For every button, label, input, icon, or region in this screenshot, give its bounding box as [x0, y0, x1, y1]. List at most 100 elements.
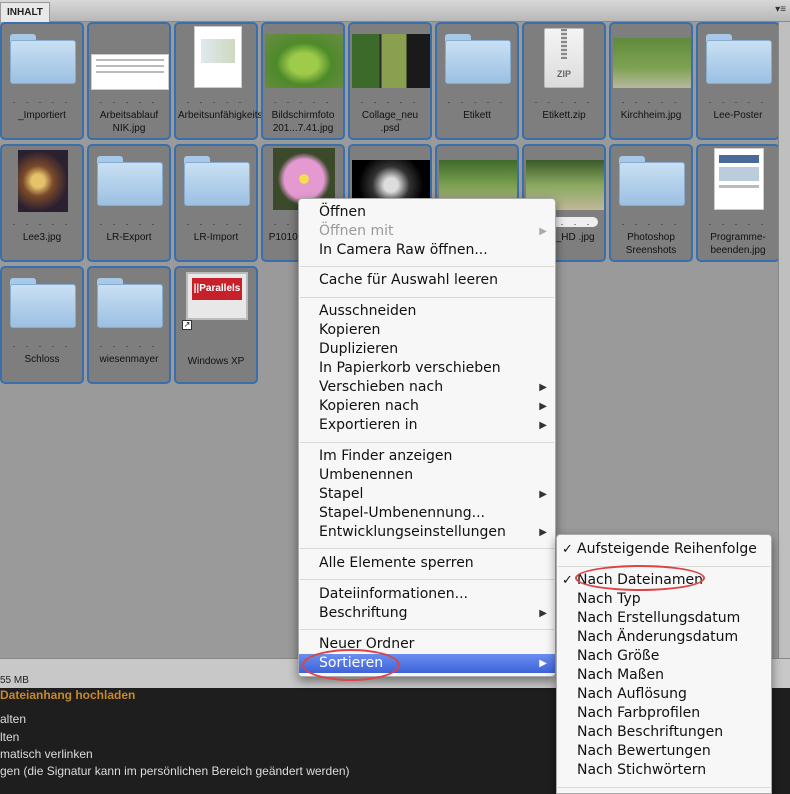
context-menu: Öffnen Öffnen mit ▶ In Camera Raw öffnen.… — [298, 198, 556, 677]
thumbnail-item[interactable]: . . . . . _Importiert — [0, 22, 84, 140]
thumbnail-item[interactable]: . . . . . Programme-beenden.jpg — [696, 144, 780, 262]
sort-item-farbprofilen[interactable]: Nach Farbprofilen — [557, 704, 771, 723]
tab-inhalt[interactable]: INHALT — [0, 2, 50, 22]
menu-item-stapel[interactable]: Stapel ▶ — [299, 485, 555, 504]
menu-item-stapel-umbenennung[interactable]: Stapel-Umbenennung... — [299, 504, 555, 523]
thumbnail-label: Lee-Poster — [713, 110, 763, 121]
submenu-arrow-icon: ▶ — [539, 226, 547, 237]
document-thumbnail — [194, 26, 242, 88]
folder-icon — [10, 278, 76, 328]
menu-item-sperren[interactable]: Alle Elemente sperren — [299, 554, 555, 573]
thumbnail-item[interactable]: . . . . . Arbeitsunfähigkeits.pdf — [174, 22, 280, 140]
folder-icon — [706, 34, 772, 84]
thumbnail-label: Arbeitsunfähigkeits.pdf — [178, 110, 280, 121]
thumbnail-item[interactable]: . . . . . LR-Export — [87, 144, 171, 262]
sort-item-groesse[interactable]: Nach Größe — [557, 647, 771, 666]
thumbnail-label: Etikett.zip — [542, 110, 586, 121]
thumbnail-label: LR-Export — [106, 232, 152, 243]
menu-separator — [300, 548, 554, 549]
thumbnail-item[interactable]: . . . . . LR-Import — [174, 144, 258, 262]
thumbnail-label: Programme-beenden.jpg — [710, 232, 766, 256]
sort-item-bewertungen[interactable]: Nach Bewertungen — [557, 742, 771, 761]
photo-thumbnail — [18, 150, 68, 212]
menu-separator — [300, 629, 554, 630]
folder-icon — [184, 156, 250, 206]
thumbnail-item[interactable]: . . . . . Bildschirmfoto 201...7.41.jpg — [261, 22, 345, 140]
annotation-circle-dateinamen — [575, 565, 705, 591]
menu-item-exportieren-in[interactable]: Exportieren in ▶ — [299, 416, 555, 435]
menu-item-oeffnen-mit[interactable]: Öffnen mit ▶ — [299, 222, 555, 241]
folder-icon — [445, 34, 511, 84]
sort-item-typ[interactable]: Nach Typ — [557, 590, 771, 609]
sort-item-aufsteigend[interactable]: ✓ Aufsteigende Reihenfolge — [557, 540, 771, 559]
menu-item-camera-raw[interactable]: In Camera Raw öffnen... — [299, 241, 555, 260]
menu-item-verschieben-nach[interactable]: Verschieben nach ▶ — [299, 378, 555, 397]
thumbnail-label: Bildschirmfoto 201...7.41.jpg — [271, 110, 335, 134]
folder-icon — [97, 278, 163, 328]
thumbnail-item[interactable]: . . . . . Photoshop Sreenshots — [609, 144, 693, 262]
thumbnail-label: Arbeitsablauf NIK.jpg — [99, 110, 159, 134]
folder-icon — [10, 34, 76, 84]
alias-arrow-icon: ↗ — [182, 320, 192, 330]
sort-item-beschriftungen[interactable]: Nach Beschriftungen — [557, 723, 771, 742]
thumbnail-item[interactable]: ||Parallels ↗ Windows XP — [174, 266, 258, 384]
submenu-arrow-icon: ▶ — [539, 608, 547, 619]
thumbnail-item[interactable]: ZIP . . . . . Etikett.zip — [522, 22, 606, 140]
checkmark-icon: ✓ — [562, 542, 573, 557]
thumbnail-label: Windows XP — [187, 356, 245, 367]
thumbnail-label: Photoshop Sreenshots — [625, 232, 677, 256]
menu-separator — [300, 266, 554, 267]
menu-item-kopieren-nach[interactable]: Kopieren nach ▶ — [299, 397, 555, 416]
menu-separator — [558, 787, 770, 788]
thumbnail-label: Lee3.jpg — [22, 232, 62, 243]
sort-item-stichwoertern[interactable]: Nach Stichwörtern — [557, 761, 771, 780]
panel-header: INHALT ▾≡ — [0, 0, 790, 22]
vertical-scrollbar[interactable] — [778, 22, 790, 658]
zip-icon: ZIP — [544, 28, 584, 88]
photo-thumbnail — [265, 34, 343, 88]
menu-item-papierkorb[interactable]: In Papierkorb verschieben — [299, 359, 555, 378]
thumbnail-item[interactable]: . . . . . Lee3.jpg — [0, 144, 84, 262]
option-text: alten — [0, 712, 27, 726]
upload-attachment-link[interactable]: Dateianhang hochladen — [0, 688, 135, 702]
thumbnail-label: Schloss — [24, 354, 60, 365]
menu-item-ausschneiden[interactable]: Ausschneiden — [299, 302, 555, 321]
submenu-arrow-icon: ▶ — [539, 489, 547, 500]
submenu-arrow-icon: ▶ — [539, 658, 547, 669]
menu-item-umbenennen[interactable]: Umbenennen — [299, 466, 555, 485]
sort-item-aufloesung[interactable]: Nach Auflösung — [557, 685, 771, 704]
panel-menu-icon[interactable]: ▾≡ — [775, 4, 786, 15]
sort-item-massen[interactable]: Nach Maßen — [557, 666, 771, 685]
thumbnail-item[interactable]: . . . . . Lee-Poster — [696, 22, 780, 140]
status-size: 55 MB — [0, 675, 29, 686]
thumbnail-item[interactable]: . . . . . Arbeitsablauf NIK.jpg — [87, 22, 171, 140]
option-text: matisch verlinken — [0, 747, 93, 761]
thumbnail-item[interactable]: . . . . . Schloss — [0, 266, 84, 384]
submenu-arrow-icon: ▶ — [539, 382, 547, 393]
thumbnail-label: Kirchheim.jpg — [620, 110, 682, 121]
thumbnail-item[interactable]: . . . . . Collage_neu .psd — [348, 22, 432, 140]
thumbnail-item[interactable]: . . . . . wiesenmayer — [87, 266, 171, 384]
thumbnail-item[interactable]: . . . . . Etikett — [435, 22, 519, 140]
folder-icon — [97, 156, 163, 206]
sort-item-aenderungsdatum[interactable]: Nach Änderungsdatum — [557, 628, 771, 647]
menu-item-dateiinformationen[interactable]: Dateiinformationen... — [299, 585, 555, 604]
document-thumbnail — [91, 54, 169, 90]
thumbnail-item[interactable]: . . . . . Kirchheim.jpg — [609, 22, 693, 140]
menu-item-finder[interactable]: Im Finder anzeigen — [299, 447, 555, 466]
menu-separator — [300, 442, 554, 443]
submenu-arrow-icon: ▶ — [539, 420, 547, 431]
thumbnail-label: _Importiert — [18, 110, 66, 121]
menu-item-oeffnen[interactable]: Öffnen — [299, 203, 555, 222]
menu-item-cache-leeren[interactable]: Cache für Auswahl leeren — [299, 271, 555, 290]
menu-separator — [300, 579, 554, 580]
checkmark-icon: ✓ — [562, 573, 573, 588]
menu-item-duplizieren[interactable]: Duplizieren — [299, 340, 555, 359]
sort-item-erstellungsdatum[interactable]: Nach Erstellungsdatum — [557, 609, 771, 628]
menu-item-entwicklungseinstellungen[interactable]: Entwicklungseinstellungen ▶ — [299, 523, 555, 542]
menu-item-kopieren[interactable]: Kopieren — [299, 321, 555, 340]
bridge-window: INHALT ▾≡ . . . . . _Importiert . . . . … — [0, 0, 790, 794]
menu-item-beschriftung[interactable]: Beschriftung ▶ — [299, 604, 555, 623]
option-text: lten — [0, 730, 20, 744]
thumbnail-label: LR-Import — [193, 232, 239, 243]
